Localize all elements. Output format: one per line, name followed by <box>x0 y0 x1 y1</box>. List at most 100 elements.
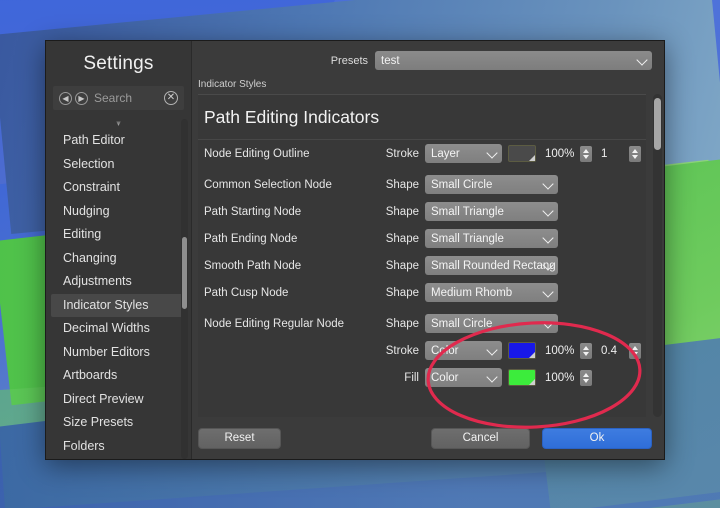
sidebar-item-editing[interactable]: Editing <box>51 223 186 247</box>
control-label: Shape <box>385 232 419 245</box>
chevron-down-icon <box>542 177 554 190</box>
setting-row: Common Selection Node Shape Small Circle <box>198 171 646 198</box>
chevron-down-icon <box>486 370 498 383</box>
sidebar-title: Settings <box>83 53 154 74</box>
shape-value: Small Circle <box>431 317 493 330</box>
setting-row: Node Editing Regular Node Shape Small Circ… <box>198 310 646 391</box>
sidebar-item-path-editor[interactable]: Path Editor <box>51 129 186 153</box>
sidebar-item-decimal-widths[interactable]: Decimal Widths <box>51 317 186 341</box>
control-label: Shape <box>385 259 419 272</box>
opacity-value: 100% <box>545 147 575 160</box>
fill-dropdown[interactable]: Color <box>425 368 502 387</box>
shape-dropdown[interactable]: Small Triangle <box>425 229 558 248</box>
sidebar-item-nudging[interactable]: Nudging <box>51 200 186 224</box>
stroke-color-swatch[interactable] <box>508 145 536 162</box>
chevron-down-icon <box>486 146 498 159</box>
control-label: Shape <box>385 317 419 330</box>
content-area: Path Editing Indicators Node Editing Out… <box>198 94 664 417</box>
sidebar-item-artboards[interactable]: Artboards <box>51 364 186 388</box>
sidebar-search-bar[interactable]: ◀ ▶ Search ✕ <box>53 86 184 110</box>
cancel-button[interactable]: Cancel <box>431 427 530 449</box>
chevron-down-icon <box>636 53 648 66</box>
chevron-down-icon <box>542 231 554 244</box>
setting-control-row: Path Cusp Node Shape Medium Rhomb <box>198 279 646 306</box>
setting-row-label: Path Ending Node <box>204 232 298 245</box>
control-label: Stroke <box>385 147 419 160</box>
setting-row-label: Path Starting Node <box>204 205 302 218</box>
reset-button[interactable]: Reset <box>198 427 281 449</box>
sidebar-scrollbar[interactable] <box>181 119 188 459</box>
sidebar-item-selection[interactable]: Selection <box>51 153 186 177</box>
shape-dropdown[interactable]: Medium Rhomb <box>425 283 558 302</box>
setting-row-label: Smooth Path Node <box>204 259 302 272</box>
width-stepper[interactable] <box>629 342 641 359</box>
sidebar-item-adjustments[interactable]: Adjustments <box>51 270 186 294</box>
width-value: 1 <box>601 147 608 160</box>
sidebar-item-number-editors[interactable]: Number Editors <box>51 341 186 365</box>
control-label: Shape <box>385 286 419 299</box>
chevron-down-icon <box>542 316 554 329</box>
stroke-value: Color <box>431 344 459 357</box>
clear-circle-icon[interactable]: ✕ <box>164 91 178 105</box>
setting-row: Path Ending Node Shape Small Triangle <box>198 225 646 252</box>
setting-row-label: Node Editing Regular Node <box>204 317 345 330</box>
setting-row: Smooth Path Node Shape Small Rounded Recta… <box>198 252 646 279</box>
shape-dropdown[interactable]: Small Triangle <box>425 202 558 221</box>
sidebar-item-direct-preview[interactable]: Direct Preview <box>51 388 186 412</box>
setting-row: Path Cusp Node Shape Medium Rhomb <box>198 279 646 306</box>
setting-control-row: Stroke Color 100% 0.4 <box>198 337 646 364</box>
fill-value: Color <box>431 371 459 384</box>
presets-value: test <box>381 54 400 67</box>
opacity-stepper[interactable] <box>580 145 592 162</box>
desktop-background: Settings ◀ ▶ Search ✕ ▾ Path Editor Selec… <box>0 0 720 508</box>
setting-row: Path Starting Node Shape Small Triangle <box>198 198 646 225</box>
shape-value: Small Circle <box>431 178 493 191</box>
ok-button[interactable]: Ok <box>542 427 652 449</box>
page-title: Path Editing Indicators <box>198 95 646 140</box>
shape-value: Medium Rhomb <box>431 286 513 299</box>
stroke-color-swatch[interactable] <box>508 342 536 359</box>
breadcrumb: Indicator Styles <box>198 79 267 90</box>
chevron-up-icon[interactable]: ▾ <box>46 119 191 129</box>
sidebar-item-constraint[interactable]: Constraint <box>51 176 186 200</box>
setting-control-row: Path Ending Node Shape Small Triangle <box>198 225 646 252</box>
shape-dropdown[interactable]: Small Rounded Rectang <box>425 256 558 275</box>
setting-control-row: Smooth Path Node Shape Small Rounded Recta… <box>198 252 646 279</box>
setting-row-label: Path Cusp Node <box>204 286 289 299</box>
sidebar-item-changing[interactable]: Changing <box>51 247 186 271</box>
fill-color-swatch[interactable] <box>508 369 536 386</box>
search-input[interactable]: Search <box>94 91 161 105</box>
sidebar-item-size-presets[interactable]: Size Presets <box>51 411 186 435</box>
chevron-right-icon[interactable]: ▶ <box>75 91 88 105</box>
stroke-dropdown[interactable]: Layer <box>425 144 502 163</box>
sidebar-item-indicator-styles[interactable]: Indicator Styles <box>51 293 186 317</box>
control-label: Shape <box>385 205 419 218</box>
setting-control-row: Fill Color 100% <box>198 364 646 391</box>
presets-label: Presets <box>330 54 368 67</box>
width-value: 0.4 <box>601 344 617 357</box>
presets-row: Presets test <box>192 41 664 79</box>
setting-control-row: Node Editing Outline Stroke Layer 100% 1 <box>198 140 646 167</box>
sidebar-item-folders[interactable]: Folders <box>51 435 186 459</box>
dialog-footer: Reset Cancel Ok <box>192 417 664 459</box>
shape-dropdown[interactable]: Small Circle <box>425 175 558 194</box>
shape-value: Small Triangle <box>431 205 504 218</box>
width-stepper[interactable] <box>629 145 641 162</box>
sidebar-scrollbar-thumb[interactable] <box>182 237 187 309</box>
presets-dropdown[interactable]: test <box>375 51 652 70</box>
opacity-stepper[interactable] <box>580 342 592 359</box>
stroke-value: Layer <box>431 147 460 160</box>
opacity-value: 100% <box>545 371 575 384</box>
content-scrollbar[interactable] <box>653 94 662 417</box>
setting-control-row: Path Starting Node Shape Small Triangle <box>198 198 646 225</box>
control-label: Stroke <box>385 344 419 357</box>
opacity-value: 100% <box>545 344 575 357</box>
settings-main-panel: Presets test Indicator Styles Path Editi… <box>192 41 664 459</box>
chevron-left-icon[interactable]: ◀ <box>59 91 72 105</box>
shape-dropdown[interactable]: Small Circle <box>425 314 558 333</box>
stroke-dropdown[interactable]: Color <box>425 341 502 360</box>
content-scrollbar-thumb[interactable] <box>654 98 661 150</box>
opacity-stepper[interactable] <box>580 369 592 386</box>
control-label: Shape <box>385 178 419 191</box>
sidebar-list[interactable]: ▾ Path Editor Selection Constraint Nudging E… <box>46 119 191 459</box>
